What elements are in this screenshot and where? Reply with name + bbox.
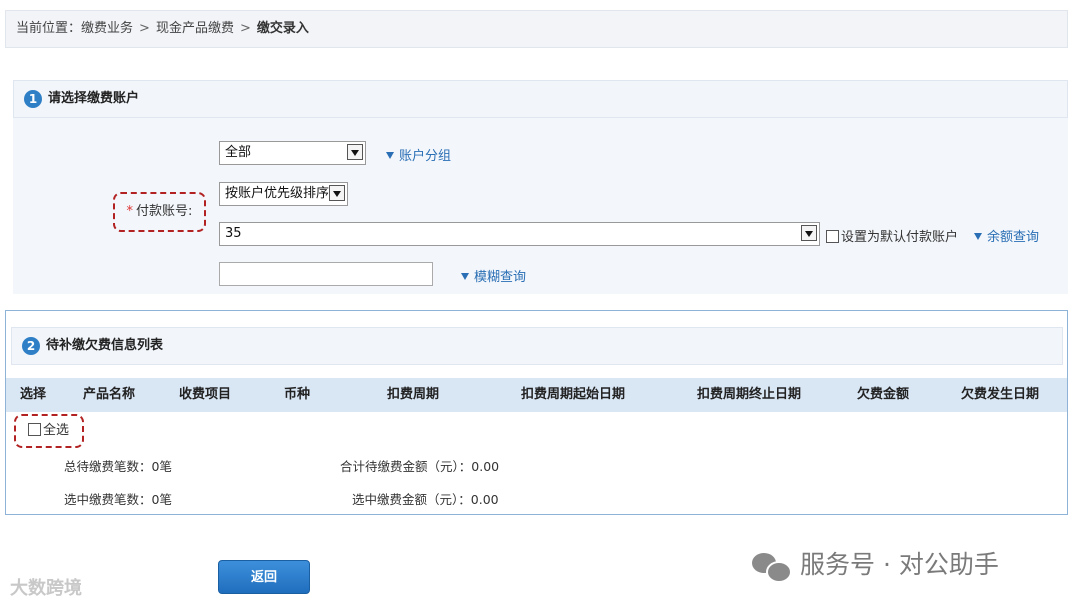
column-header: 扣费周期起始日期	[521, 387, 626, 402]
step-number-badge: 1	[24, 89, 42, 108]
chevron-down-icon[interactable]	[329, 185, 345, 201]
total-count: 总待缴费笔数：0笔	[64, 456, 172, 475]
filter-icon	[386, 152, 394, 159]
total-amount: 合计待缴费金额（元）：0.00	[340, 456, 499, 475]
total-count-value: 0笔	[151, 459, 172, 474]
breadcrumb-separator: >	[239, 21, 251, 36]
default-account-option[interactable]: 设置为默认付款账户	[826, 226, 958, 245]
column-header: 扣费周期	[387, 387, 440, 402]
default-account-checkbox[interactable]	[826, 230, 839, 243]
account-group-link-text: 账户分组	[399, 149, 452, 164]
selected-count-value: 0笔	[151, 492, 172, 507]
selected-amount: 选中缴费金额（元）：0.00	[352, 489, 499, 508]
account-group-link[interactable]: 账户分组	[386, 145, 451, 164]
breadcrumb-prefix: 当前位置：	[16, 21, 82, 36]
breadcrumb-item-cash-product[interactable]: 现金产品缴费	[156, 21, 234, 36]
account-group-select[interactable]: 全部	[219, 141, 366, 165]
total-amount-value: 0.00	[471, 459, 500, 474]
balance-query-link-text: 余额查询	[987, 230, 1040, 245]
pay-account-label: * 付款账号:	[113, 192, 206, 232]
section-header-account: 1 请选择缴费账户	[13, 80, 1068, 118]
selected-amount-label: 选中缴费金额（元）：	[352, 492, 471, 507]
wechat-icon	[752, 551, 792, 583]
sort-order-select-value: 按账户优先级排序	[225, 186, 330, 201]
watermark-right-text: 服务号 · 对公助手	[800, 550, 999, 579]
fuzzy-search-input[interactable]	[219, 262, 433, 286]
select-all-label: 全选	[43, 423, 70, 438]
section-title: 请选择缴费账户	[48, 91, 140, 106]
filter-icon	[974, 233, 982, 240]
watermark-right: 服务号 · 对公助手	[752, 545, 999, 583]
column-header: 产品名称	[83, 387, 136, 402]
column-header: 扣费周期终止日期	[697, 387, 802, 402]
back-button[interactable]: 返回	[218, 560, 310, 594]
required-mark: *	[126, 204, 134, 219]
table-header: 选择 产品名称 收费项目 币种 扣费周期 扣费周期起始日期 扣费周期终止日期 欠…	[6, 378, 1067, 412]
column-header: 选择	[20, 387, 47, 402]
account-group-select-value: 全部	[225, 145, 252, 160]
fuzzy-query-link-text: 模糊查询	[474, 270, 527, 285]
breadcrumb-separator: >	[139, 21, 150, 36]
default-account-label: 设置为默认付款账户	[841, 230, 959, 245]
chevron-down-icon[interactable]	[347, 144, 363, 160]
column-header: 收费项目	[179, 387, 232, 402]
balance-query-link[interactable]: 余额查询	[974, 226, 1039, 245]
column-header: 币种	[284, 387, 311, 402]
select-all-checkbox[interactable]	[28, 423, 41, 436]
breadcrumb-item-payment[interactable]: 缴费业务	[81, 21, 133, 36]
pay-account-select-value: 35	[225, 226, 242, 241]
breadcrumb-item-current: 缴交录入	[256, 21, 309, 36]
chevron-down-icon[interactable]	[801, 225, 817, 241]
select-all-option[interactable]: 全选	[14, 414, 84, 448]
pay-account-label-text: 付款账号:	[136, 204, 193, 219]
column-header: 欠费发生日期	[961, 387, 1040, 402]
pay-account-select[interactable]: 35	[219, 222, 820, 246]
total-amount-label: 合计待缴费金额（元）：	[340, 459, 472, 474]
step-number-badge: 2	[22, 336, 40, 355]
section-title: 待补缴欠费信息列表	[46, 338, 164, 353]
watermark-left: 大数跨境	[10, 574, 82, 600]
watermark-left-text: 大数跨境	[10, 578, 82, 599]
section-header-arrears: 2 待补缴欠费信息列表	[11, 327, 1063, 365]
filter-icon	[461, 273, 469, 280]
fuzzy-query-link[interactable]: 模糊查询	[461, 266, 526, 285]
sort-order-select[interactable]: 按账户优先级排序	[219, 182, 348, 206]
selected-count: 选中缴费笔数：0笔	[64, 489, 172, 508]
breadcrumb: 当前位置：缴费业务 > 现金产品缴费 > 缴交录入	[5, 10, 1068, 48]
selected-count-label: 选中缴费笔数：	[64, 492, 152, 507]
column-header: 欠费金额	[857, 387, 910, 402]
selected-amount-value: 0.00	[470, 492, 499, 507]
total-count-label: 总待缴费笔数：	[64, 459, 152, 474]
